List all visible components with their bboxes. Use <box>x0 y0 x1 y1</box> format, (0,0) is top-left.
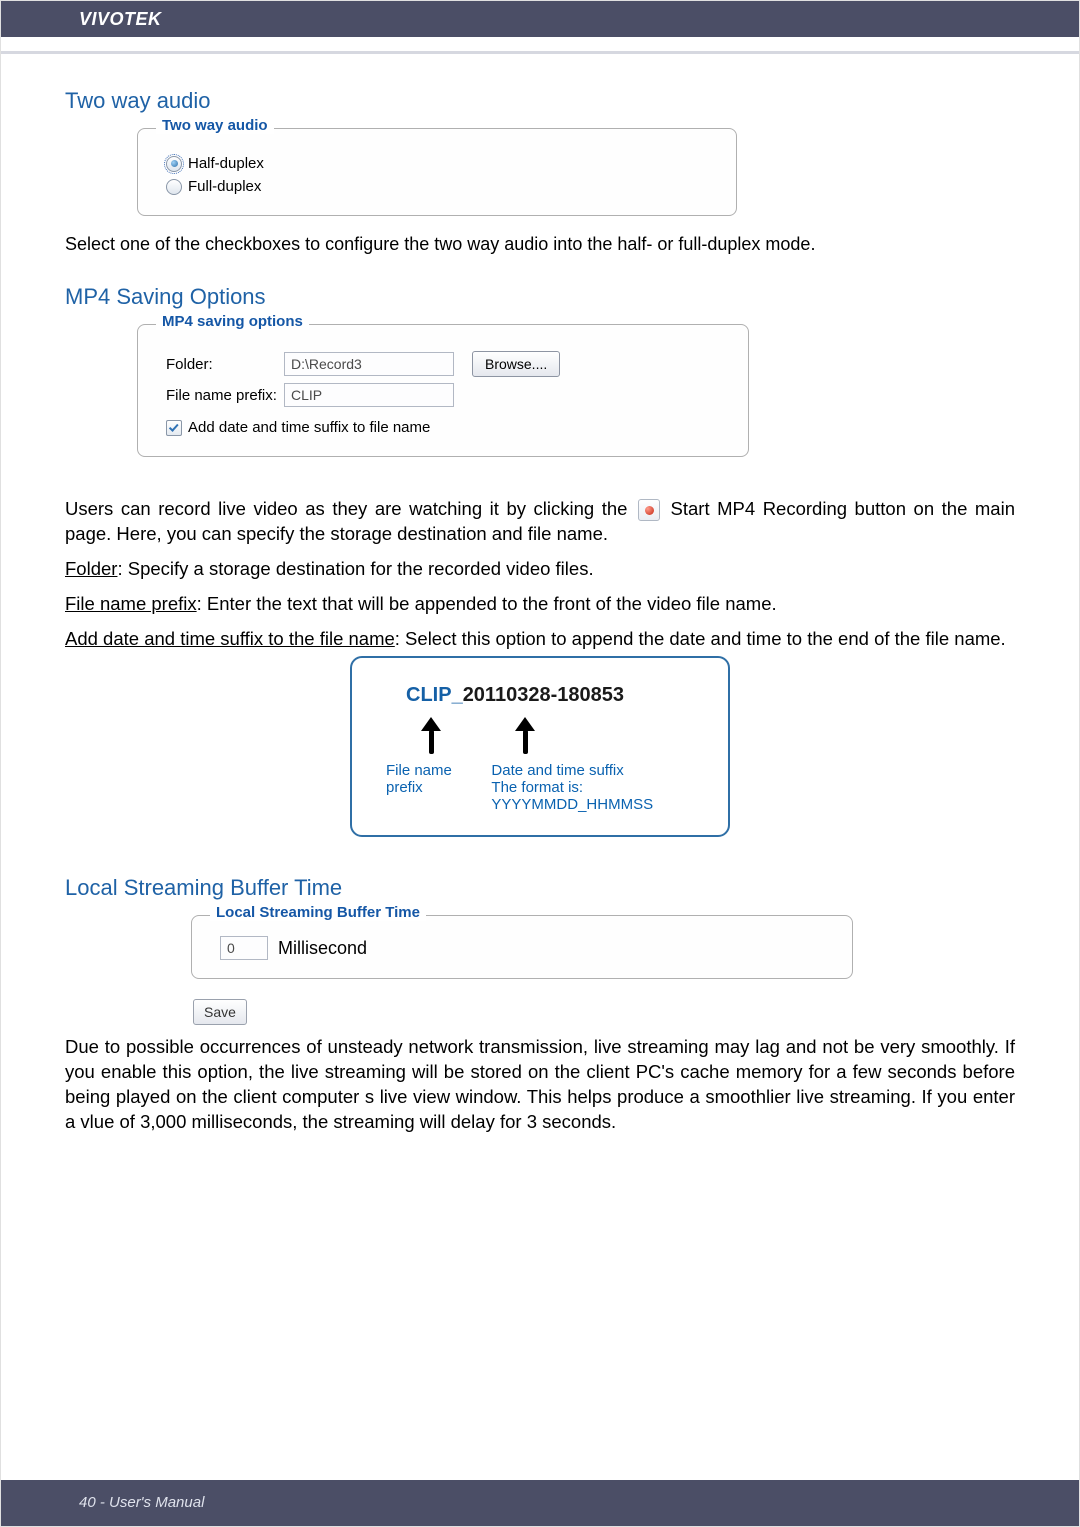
folder-desc-u: Folder <box>65 558 117 579</box>
arrow-up-icon <box>422 717 440 754</box>
mp4-intro-para: Users can record live video as they are … <box>65 497 1015 547</box>
example-clip: CLIP <box>406 684 452 706</box>
buffer-desc: Due to possible occurrences of unsteady … <box>65 1035 1015 1135</box>
suffix-desc-t: : Select this option to append the date … <box>395 628 1006 649</box>
suffix-desc-u: Add date and time suffix to the file nam… <box>65 628 395 649</box>
panel-buffer: Local Streaming Buffer Time Millisecond <box>191 915 853 979</box>
example-caption-suffix-l2: The format is: YYYYMMDD_HHMMSS <box>491 779 700 813</box>
buffer-unit-label: Millisecond <box>278 938 367 959</box>
suffix-checkbox-row[interactable]: Add date and time suffix to file name <box>166 419 732 436</box>
mp4-intro-a: Users can record live video as they are … <box>65 498 635 519</box>
filename-example-box: CLIP_20110328-180853 File name prefix Da… <box>350 656 730 837</box>
section-title-twoway: Two way audio <box>65 88 1015 114</box>
example-caption-suffix-l1: Date and time suffix <box>491 762 700 779</box>
suffix-checkbox-label: Add date and time suffix to file name <box>188 419 430 436</box>
folder-input[interactable] <box>284 352 454 376</box>
checkbox-checked-icon <box>166 420 182 436</box>
panel-mp4: MP4 saving options Folder: Browse.... Fi… <box>137 324 749 457</box>
example-sep: _ <box>452 684 463 706</box>
example-caption-prefix: File name prefix <box>386 762 491 813</box>
page-footer: 40 - User's Manual <box>1 1480 1079 1526</box>
save-button[interactable]: Save <box>193 999 247 1025</box>
page-header: VIVOTEK <box>1 1 1079 37</box>
folder-desc-t: : Specify a storage destination for the … <box>117 558 593 579</box>
radio-label-half: Half-duplex <box>188 155 264 172</box>
example-filename: CLIP_20110328-180853 <box>406 684 700 707</box>
browse-button[interactable]: Browse.... <box>472 351 560 377</box>
prefix-desc: File name prefix: Enter the text that wi… <box>65 592 1015 617</box>
section-title-mp4: MP4 Saving Options <box>65 284 1015 310</box>
buffer-value-input[interactable] <box>220 936 268 960</box>
footer-text: 40 - User's Manual <box>79 1494 204 1511</box>
suffix-desc: Add date and time suffix to the file nam… <box>65 627 1015 652</box>
section-title-buffer: Local Streaming Buffer Time <box>65 875 1015 901</box>
folder-desc: Folder: Specify a storage destination fo… <box>65 557 1015 582</box>
brand-label: VIVOTEK <box>79 9 162 29</box>
prefix-input[interactable] <box>284 383 454 407</box>
twoway-desc: Select one of the checkboxes to configur… <box>65 232 1015 256</box>
arrow-up-icon <box>516 717 534 754</box>
example-date: 20110328-180853 <box>463 684 624 706</box>
panel-legend-buffer: Local Streaming Buffer Time <box>210 904 426 921</box>
radio-label-full: Full-duplex <box>188 178 261 195</box>
prefix-label: File name prefix: <box>166 387 284 404</box>
prefix-desc-u: File name prefix <box>65 593 197 614</box>
prefix-desc-t: : Enter the text that will be appended t… <box>197 593 777 614</box>
radio-icon-unselected <box>166 179 182 195</box>
radio-full-duplex[interactable]: Full-duplex <box>166 178 720 195</box>
radio-icon-selected <box>166 156 182 172</box>
panel-legend-twoway: Two way audio <box>156 117 274 134</box>
example-caption-suffix: Date and time suffix The format is: YYYY… <box>491 762 700 813</box>
folder-label: Folder: <box>166 356 284 373</box>
record-icon <box>638 499 660 521</box>
panel-twoway: Two way audio Half-duplex Full-duplex <box>137 128 737 216</box>
radio-half-duplex[interactable]: Half-duplex <box>166 155 720 172</box>
panel-legend-mp4: MP4 saving options <box>156 313 309 330</box>
